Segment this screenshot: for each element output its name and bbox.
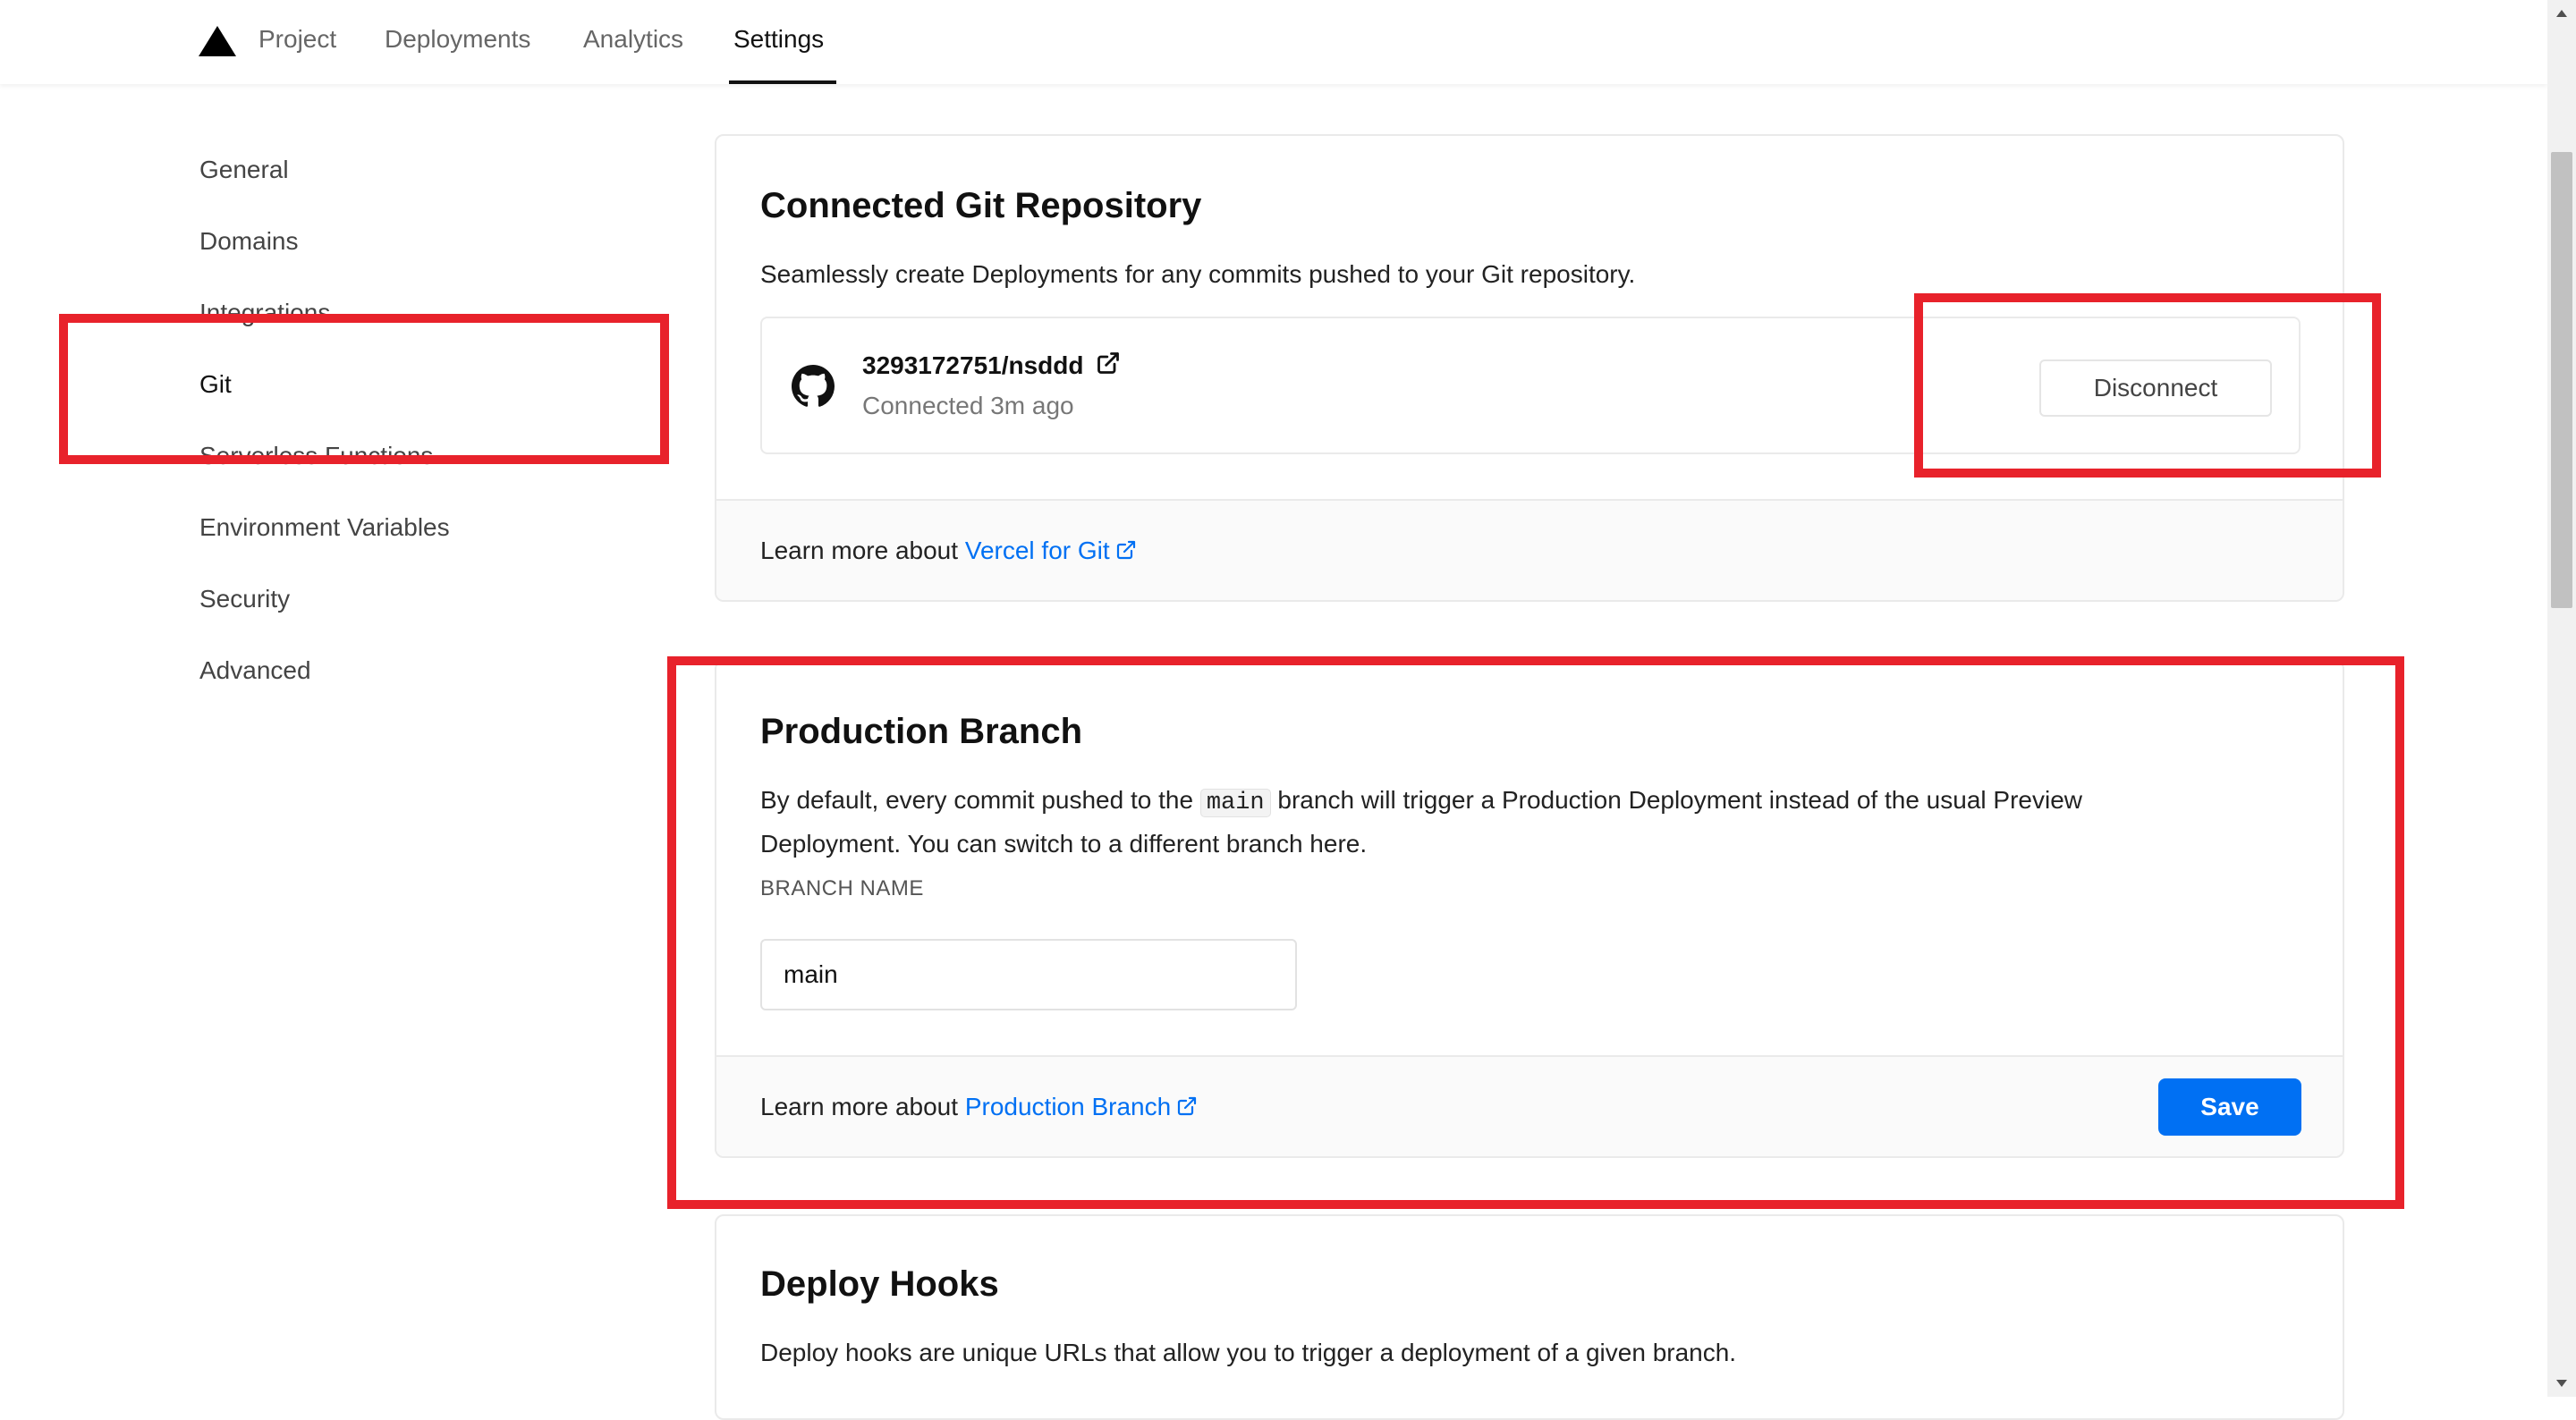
github-icon (792, 365, 835, 407)
repository-name[interactable]: 3293172751/nsddd (862, 351, 1121, 380)
sidebar-item-git[interactable]: Git (199, 370, 232, 399)
scroll-down-icon[interactable] (2547, 1370, 2576, 1397)
deploy-hooks-card: Deploy Hooks Deploy hooks are unique URL… (715, 1214, 2344, 1420)
card-title: Production Branch (760, 712, 1083, 751)
tab-deployments[interactable]: Deployments (385, 25, 530, 54)
tab-analytics[interactable]: Analytics (583, 25, 683, 54)
production-branch-link-text[interactable]: Production Branch (965, 1093, 1171, 1120)
external-link-icon (1116, 540, 1135, 560)
footer-text: Learn more about Vercel for Git (760, 537, 1137, 565)
scrollbar-thumb[interactable] (2551, 152, 2572, 608)
sidebar-item-security[interactable]: Security (199, 585, 290, 613)
active-tab-indicator (729, 80, 836, 84)
card-footer: Learn more about Production Branch Save (716, 1055, 2343, 1156)
sidebar-item-integrations[interactable]: Integrations (199, 299, 330, 327)
top-navigation: Project Deployments Analytics Settings (0, 0, 2547, 84)
footer-text: Learn more about Production Branch (760, 1093, 1198, 1121)
vercel-for-git-link-text[interactable]: Vercel for Git (965, 537, 1110, 564)
external-link-icon (1178, 1096, 1197, 1116)
external-link-icon (1097, 352, 1120, 374)
sidebar-item-domains[interactable]: Domains (199, 227, 298, 256)
branch-code: main (1199, 789, 1271, 817)
card-title: Deploy Hooks (760, 1264, 999, 1304)
save-button[interactable]: Save (2158, 1078, 2301, 1136)
vercel-triangle-icon[interactable] (199, 26, 236, 56)
tab-project[interactable]: Project (258, 25, 336, 54)
card-description: By default, every commit pushed to the m… (760, 780, 2191, 865)
vercel-for-git-link[interactable]: Vercel for Git (965, 537, 1137, 564)
connected-git-repository-card: Connected Git Repository Seamlessly crea… (715, 134, 2344, 602)
scroll-up-icon[interactable] (2547, 0, 2576, 27)
production-branch-link[interactable]: Production Branch (965, 1093, 1198, 1120)
repository-name-text[interactable]: 3293172751/nsddd (862, 351, 1084, 379)
connection-status: Connected 3m ago (862, 392, 1074, 419)
tab-settings[interactable]: Settings (733, 25, 824, 54)
branch-name-label: BRANCH NAME (760, 876, 924, 900)
sidebar-item-serverless-functions[interactable]: Serverless Functions (199, 442, 433, 470)
disconnect-button[interactable]: Disconnect (2039, 359, 2272, 417)
sidebar-item-environment-variables[interactable]: Environment Variables (199, 513, 450, 542)
branch-name-input[interactable] (760, 939, 1297, 1010)
card-footer: Learn more about Vercel for Git (716, 499, 2343, 600)
repository-row: 3293172751/nsddd Connected 3m ago Discon… (760, 317, 2301, 454)
card-title: Connected Git Repository (760, 186, 1202, 225)
card-description: Deploy hooks are unique URLs that allow … (760, 1339, 1737, 1366)
footer-prefix: Learn more about (760, 1093, 959, 1120)
card-description: Seamlessly create Deployments for any co… (760, 260, 1636, 288)
description-text: By default, every commit pushed to the (760, 786, 1194, 814)
sidebar-item-general[interactable]: General (199, 156, 289, 184)
scrollbar[interactable] (2547, 0, 2576, 1397)
footer-prefix: Learn more about (760, 537, 959, 564)
sidebar-item-advanced[interactable]: Advanced (199, 656, 311, 685)
production-branch-card: Production Branch By default, every comm… (715, 660, 2344, 1158)
